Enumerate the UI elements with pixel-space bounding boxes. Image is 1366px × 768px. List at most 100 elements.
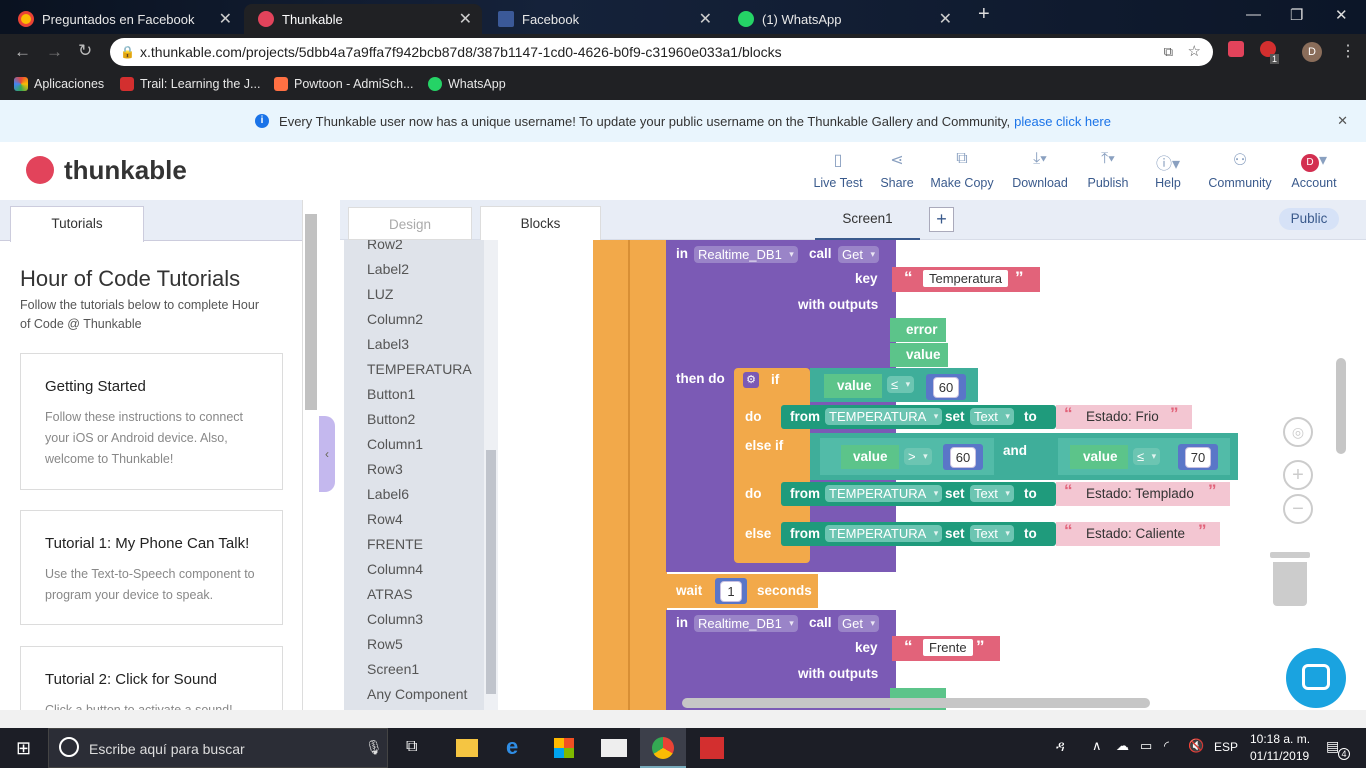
operator-dropdown[interactable]: ≤ bbox=[1133, 448, 1161, 465]
bookmark-powtoon[interactable]: Powtoon - AdmiSch... bbox=[274, 77, 414, 91]
component-item[interactable]: Column2 bbox=[367, 311, 423, 327]
db-dropdown[interactable]: Realtime_DB1 bbox=[694, 615, 798, 632]
component-item[interactable]: Label6 bbox=[367, 486, 409, 502]
tab-preguntados[interactable]: Preguntados en Facebook ✕ bbox=[4, 4, 242, 34]
back-icon[interactable]: ← bbox=[14, 42, 31, 62]
community-button[interactable]: ⚇ Community bbox=[1203, 150, 1277, 190]
zoom-out-icon[interactable]: − bbox=[1283, 494, 1313, 524]
close-tab-icon[interactable]: ✕ bbox=[459, 9, 472, 29]
share-button[interactable]: ⋖ Share bbox=[867, 150, 927, 190]
account-button[interactable]: D ▾ Account bbox=[1284, 150, 1344, 190]
mail-icon[interactable] bbox=[601, 739, 627, 757]
event-block-body[interactable] bbox=[593, 240, 667, 710]
bookmark-star-icon[interactable]: ☆ bbox=[1188, 38, 1201, 66]
add-screen-button[interactable]: + bbox=[929, 207, 954, 232]
menu-icon[interactable]: ⋮ bbox=[1340, 41, 1356, 61]
component-item[interactable]: TEMPERATURA bbox=[367, 361, 472, 377]
component-item[interactable]: FRENTE bbox=[367, 536, 423, 552]
bookmark-trail[interactable]: Trail: Learning the J... bbox=[120, 77, 260, 91]
component-item[interactable]: ATRAS bbox=[367, 586, 413, 602]
method-dropdown[interactable]: Get bbox=[838, 246, 879, 263]
canvas-v-scrollbar[interactable] bbox=[1336, 358, 1346, 454]
component-item[interactable]: Screen1 bbox=[367, 661, 419, 677]
component-item[interactable]: Button1 bbox=[367, 386, 415, 402]
method-dropdown[interactable]: Get bbox=[838, 615, 879, 632]
component-dropdown[interactable]: TEMPERATURA bbox=[825, 408, 943, 425]
live-test-button[interactable]: ▯ Live Test bbox=[808, 150, 868, 190]
component-item[interactable]: Button2 bbox=[367, 411, 415, 427]
windows-start-icon[interactable]: ⊞ bbox=[16, 738, 31, 759]
translate-icon[interactable]: ⧉ bbox=[1164, 38, 1173, 66]
operator-dropdown[interactable]: ≤ bbox=[887, 376, 915, 393]
reload-icon[interactable]: ↻ bbox=[78, 41, 92, 61]
taskbar-search[interactable]: Escribe aquí para buscar 🎙 bbox=[48, 728, 388, 768]
bookmark-apps[interactable]: Aplicaciones bbox=[14, 77, 104, 91]
close-banner-icon[interactable]: ✕ bbox=[1337, 113, 1348, 129]
text-value[interactable]: Estado: Templado bbox=[1086, 486, 1194, 501]
number-value[interactable]: 60 bbox=[933, 377, 959, 398]
battery-icon[interactable]: ▭ bbox=[1140, 738, 1152, 754]
property-dropdown[interactable]: Text bbox=[970, 485, 1014, 502]
close-tab-icon[interactable]: ✕ bbox=[219, 9, 232, 29]
tab-whatsapp[interactable]: (1) WhatsApp ✕ bbox=[724, 4, 962, 34]
close-tab-icon[interactable]: ✕ bbox=[939, 9, 952, 29]
gift-app-icon[interactable] bbox=[700, 737, 724, 759]
component-item[interactable]: Label3 bbox=[367, 336, 409, 352]
number-value[interactable]: 1 bbox=[720, 581, 742, 602]
component-item[interactable]: Column4 bbox=[367, 561, 423, 577]
operator-dropdown[interactable]: > bbox=[904, 448, 932, 465]
close-tab-icon[interactable]: ✕ bbox=[699, 9, 712, 29]
tab-facebook[interactable]: Facebook ✕ bbox=[484, 4, 722, 34]
tab-thunkable[interactable]: Thunkable ✕ bbox=[244, 4, 482, 34]
text-value[interactable]: Estado: Caliente bbox=[1086, 526, 1185, 541]
maximize-button[interactable]: ❐ bbox=[1290, 6, 1303, 24]
banner-link[interactable]: please click here bbox=[1014, 114, 1111, 129]
db-dropdown[interactable]: Realtime_DB1 bbox=[694, 246, 798, 263]
chevron-up-icon[interactable]: ∧ bbox=[1092, 738, 1102, 754]
download-button[interactable]: ⤓▾ Download bbox=[1008, 150, 1072, 190]
new-tab-button[interactable]: + bbox=[978, 3, 990, 26]
component-item[interactable]: Row3 bbox=[367, 461, 403, 477]
component-item[interactable]: Any Component bbox=[367, 686, 467, 702]
edge-icon[interactable]: e bbox=[506, 734, 518, 760]
public-badge[interactable]: Public bbox=[1279, 208, 1339, 230]
number-value[interactable]: 70 bbox=[1185, 447, 1211, 468]
chat-support-icon[interactable] bbox=[1286, 648, 1346, 708]
key-string[interactable]: Frente bbox=[923, 639, 973, 656]
component-item[interactable]: Column3 bbox=[367, 611, 423, 627]
component-item[interactable]: Column1 bbox=[367, 436, 423, 452]
file-explorer-icon[interactable] bbox=[456, 739, 478, 757]
property-dropdown[interactable]: Text bbox=[970, 408, 1014, 425]
component-dropdown[interactable]: TEMPERATURA bbox=[825, 525, 943, 542]
tab-design[interactable]: Design bbox=[348, 207, 472, 240]
task-view-icon[interactable]: ⧉ bbox=[406, 738, 417, 756]
canvas-h-scrollbar[interactable] bbox=[682, 698, 1150, 708]
key-string[interactable]: Temperatura bbox=[923, 270, 1008, 287]
minimize-button[interactable]: — bbox=[1246, 6, 1261, 23]
store-icon[interactable] bbox=[554, 738, 574, 758]
make-copy-button[interactable]: ⧉ Make Copy bbox=[926, 150, 998, 190]
text-value[interactable]: Estado: Frio bbox=[1086, 409, 1159, 424]
component-dropdown[interactable]: TEMPERATURA bbox=[825, 485, 943, 502]
microphone-icon[interactable]: 🎙 bbox=[365, 739, 383, 756]
tutorial-card[interactable]: Getting Started Follow these instructions… bbox=[20, 353, 283, 490]
bookmark-whatsapp[interactable]: WhatsApp bbox=[428, 77, 506, 91]
cloud-icon[interactable]: ☁ bbox=[1116, 738, 1129, 754]
recenter-icon[interactable]: ◎ bbox=[1283, 417, 1313, 447]
component-item[interactable]: LUZ bbox=[367, 286, 393, 302]
property-dropdown[interactable]: Text bbox=[970, 525, 1014, 542]
screen-selector[interactable]: Screen1 bbox=[815, 200, 920, 240]
publish-button[interactable]: ⤒▾ Publish bbox=[1078, 150, 1138, 190]
wifi-icon[interactable]: ◜ bbox=[1164, 738, 1169, 754]
tab-blocks[interactable]: Blocks bbox=[480, 206, 601, 240]
volume-muted-icon[interactable]: 🔇 bbox=[1188, 738, 1204, 754]
tab-tutorials[interactable]: Tutorials bbox=[10, 206, 144, 242]
extension-icon[interactable] bbox=[1228, 41, 1244, 57]
component-item[interactable]: Row4 bbox=[367, 511, 403, 527]
forward-icon[interactable]: → bbox=[46, 42, 63, 62]
page-h-scrollbar[interactable] bbox=[0, 710, 1366, 728]
language-indicator[interactable]: ESP bbox=[1214, 740, 1238, 754]
address-bar[interactable]: 🔒 x.thunkable.com/projects/5dbb4a7a9ffa7… bbox=[110, 38, 1213, 66]
help-button[interactable]: ⓘ▾ Help bbox=[1138, 150, 1198, 190]
gear-icon[interactable]: ⚙ bbox=[743, 372, 759, 388]
